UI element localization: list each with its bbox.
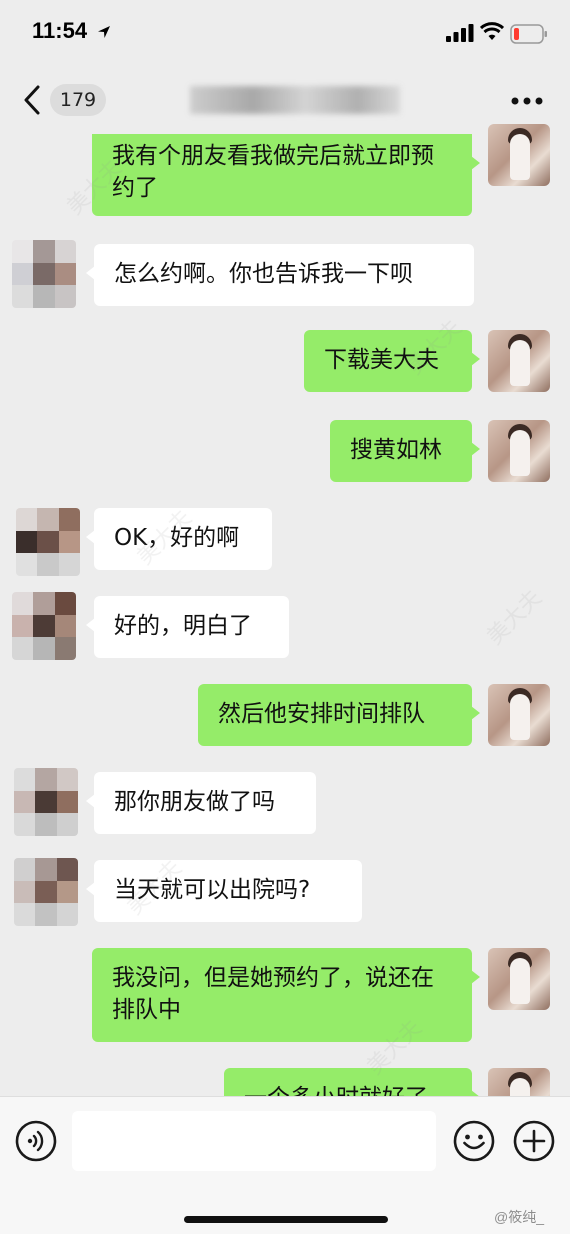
my-avatar[interactable] xyxy=(488,948,550,1010)
cellular-signal-icon xyxy=(446,24,474,42)
message-text: 搜黄如林 xyxy=(350,437,442,463)
emoji-icon[interactable] xyxy=(452,1119,496,1163)
contact-avatar-blurred[interactable] xyxy=(14,768,78,836)
message-bubble-incoming[interactable]: 那你朋友做了吗 xyxy=(86,772,316,834)
message-text: 怎么约啊。你也告诉我一下呗 xyxy=(114,261,413,287)
message-text: 当天就可以出院吗? xyxy=(114,877,311,903)
message-text: 一个多小时就好了 xyxy=(244,1085,428,1096)
message-text: 然后他安排时间排队 xyxy=(218,701,425,727)
message-bubble-incoming[interactable]: OK，好的啊 xyxy=(86,508,272,570)
more-dots-icon[interactable] xyxy=(510,96,544,106)
message-bubble-outgoing[interactable]: 我没问，但是她预约了，说还在排队中 xyxy=(92,948,480,1042)
contact-avatar-blurred[interactable] xyxy=(12,592,76,660)
message-bubble-outgoing[interactable]: 下载美大夫 xyxy=(304,330,480,392)
plus-icon[interactable] xyxy=(512,1119,556,1163)
my-avatar[interactable] xyxy=(488,420,550,482)
message-bubble-outgoing[interactable]: 搜黄如林 xyxy=(330,420,480,482)
contact-avatar-blurred[interactable] xyxy=(14,858,78,926)
message-bubble-outgoing[interactable]: 然后他安排时间排队 xyxy=(198,684,480,746)
message-text: 那你朋友做了吗 xyxy=(114,789,275,815)
message-bubble-incoming[interactable]: 怎么约啊。你也告诉我一下呗 xyxy=(86,244,474,306)
message-bubble-incoming[interactable]: 当天就可以出院吗? xyxy=(86,860,362,922)
chat-input-bar xyxy=(0,1096,570,1234)
chat-nav-bar: 179 xyxy=(0,70,570,132)
message-text: 好的，明白了 xyxy=(114,613,252,639)
message-text: OK，好的啊 xyxy=(114,525,240,551)
message-input[interactable] xyxy=(72,1111,436,1171)
watermark-text: 美大夫 xyxy=(482,585,547,650)
message-text: 我没问，但是她预约了，说还在排队中 xyxy=(112,965,434,1023)
home-indicator[interactable] xyxy=(184,1216,388,1223)
message-text: 下载美大夫 xyxy=(324,347,439,373)
message-bubble-incoming[interactable]: 好的，明白了 xyxy=(86,596,289,658)
chat-title-blurred xyxy=(190,86,400,114)
wifi-icon xyxy=(480,22,504,40)
message-bubble-outgoing[interactable]: 我有个朋友看我做完后就立即预约了 xyxy=(92,134,480,216)
weibo-watermark: @筱纯_ xyxy=(494,1209,544,1225)
location-arrow-icon xyxy=(98,26,110,38)
my-avatar[interactable] xyxy=(488,684,550,746)
status-bar: 11:54 xyxy=(0,0,570,70)
cropped-message-wrapper: 一个多小时就好了 xyxy=(0,1066,570,1096)
chevron-left-icon[interactable] xyxy=(16,82,50,118)
status-time: 11:54 xyxy=(32,18,88,43)
contact-avatar-blurred[interactable] xyxy=(12,240,76,308)
message-text: 我有个朋友看我做完后就立即预约了 xyxy=(112,143,434,201)
my-avatar[interactable] xyxy=(488,330,550,392)
my-avatar[interactable] xyxy=(488,124,550,186)
unread-count-badge[interactable]: 179 xyxy=(50,84,106,116)
battery-low-icon xyxy=(510,24,547,44)
my-avatar[interactable] xyxy=(488,1068,550,1096)
voice-icon[interactable] xyxy=(14,1119,58,1163)
contact-avatar-blurred[interactable] xyxy=(16,508,80,576)
message-bubble-outgoing[interactable]: 一个多小时就好了 xyxy=(224,1068,480,1096)
